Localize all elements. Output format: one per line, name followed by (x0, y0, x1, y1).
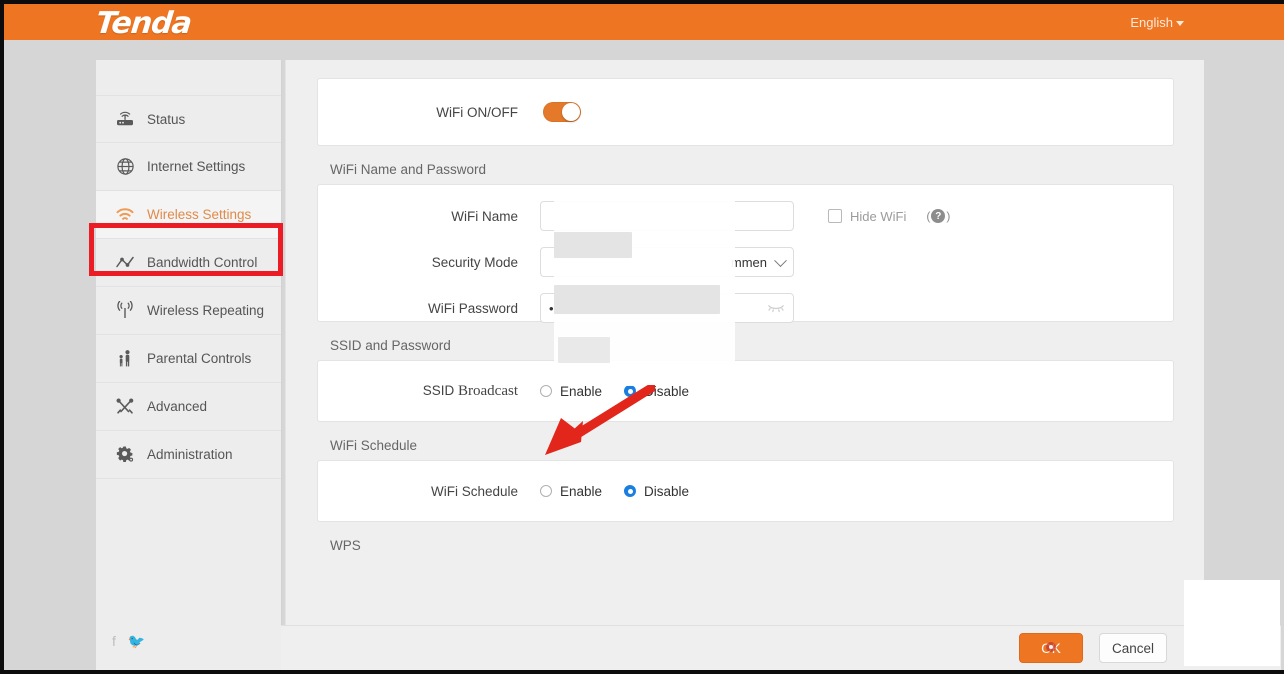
sidebar-item-advanced[interactable]: Advanced (96, 383, 281, 431)
wifi-password-value: • (549, 300, 554, 316)
wifi-schedule-label: WiFi Schedule (430, 483, 518, 499)
security-mode-value-tail: mmen (730, 254, 767, 270)
sidebar-item-administration[interactable]: Administration (96, 431, 281, 479)
toggle-knob (562, 103, 580, 121)
wifi-onoff-toggle[interactable] (543, 102, 581, 122)
wifi-password-label: WiFi Password (427, 300, 518, 316)
sidebar-item-label: Internet Settings (147, 159, 246, 174)
ssid-broadcast-radio-group: Enable Disable (540, 384, 689, 399)
wifi-schedule-disable-radio[interactable] (624, 485, 637, 497)
language-label: English (1130, 15, 1173, 30)
globe-icon (112, 156, 138, 178)
hide-wifi-label: Hide WiFi (850, 208, 907, 224)
sidebar-item-label: Status (147, 111, 186, 127)
hide-wifi-help[interactable]: (?) (926, 209, 950, 223)
social-links: f 🐦 (112, 634, 145, 648)
main-panel: WiFi ON/OFF WiFi Name and Password WiFi … (285, 60, 1205, 670)
caret-down-icon (1176, 21, 1184, 27)
cancel-button[interactable]: Cancel (1099, 633, 1167, 663)
sidebar-item-label: Administration (147, 447, 233, 462)
section-title-wifi-schedule: WiFi Schedule (330, 438, 418, 453)
sidebar: Status Internet Settings Wireless Settin… (96, 60, 282, 670)
paren-left: ( (926, 209, 931, 223)
ssid-broadcast-label: SSID Broadcast (318, 383, 518, 400)
security-mode-label: Security Mode (431, 254, 518, 270)
wifi-name-password-card: WiFi Name Hide WiFi (?) Security Mode mm… (317, 184, 1174, 323)
wifi-password-row: WiFi Password • (318, 285, 1173, 331)
ssid-broadcast-disable-label: Disable (644, 383, 690, 399)
twitter-icon[interactable]: 🐦 (128, 634, 145, 648)
wifi-icon (112, 204, 138, 226)
bottom-right-overlay-patch (1184, 580, 1280, 666)
tenda-logo: Tenda (94, 6, 193, 41)
ssid-broadcast-enable-radio[interactable] (540, 385, 552, 397)
tools-icon (112, 396, 138, 418)
parent-child-icon (112, 348, 138, 370)
facebook-icon[interactable]: f (112, 634, 116, 648)
wifi-schedule-enable-label: Enable (560, 483, 603, 499)
ssid-broadcast-disable-radio[interactable] (624, 385, 637, 397)
router-icon (112, 108, 138, 130)
settings-content: WiFi ON/OFF WiFi Name and Password WiFi … (286, 60, 1205, 670)
ok-button[interactable]: OK (1019, 633, 1083, 663)
ssid-broadcast-label-part2: Broadcast (458, 382, 518, 399)
chevron-down-icon (774, 254, 787, 268)
wifi-schedule-enable-radio[interactable] (540, 485, 552, 497)
language-selector[interactable]: English (1130, 15, 1184, 30)
ssid-broadcast-label-part1: SSID (422, 382, 459, 398)
ssid-broadcast-card: SSID Broadcast Enable Disable (317, 360, 1174, 422)
wifi-name-label: WiFi Name (451, 208, 518, 224)
sidebar-item-bandwidth-control[interactable]: Bandwidth Control (96, 239, 281, 287)
wifi-onoff-label: WiFi ON/OFF (436, 104, 518, 120)
edge-bottom (0, 670, 1284, 674)
edge-top (0, 0, 1284, 4)
hide-wifi-checkbox[interactable] (828, 209, 842, 223)
app-header: Tenda English (4, 4, 1284, 41)
section-title-wps: WPS (330, 538, 361, 553)
eye-slash-icon[interactable] (767, 302, 785, 314)
action-bar: OK Cancel (281, 625, 1281, 670)
paren-right: ) (946, 209, 951, 223)
section-title-wifi-name-password: WiFi Name and Password (330, 162, 487, 177)
question-mark-icon: ? (931, 209, 946, 223)
app-window: Tenda English Status Internet Settings W… (0, 0, 1284, 674)
wifi-name-input[interactable] (540, 201, 794, 231)
sidebar-item-parental-controls[interactable]: Parental Controls (96, 335, 281, 383)
gear-icon (112, 444, 138, 466)
signal-tower-icon (112, 300, 138, 322)
security-mode-select[interactable]: mmen (540, 247, 794, 277)
hide-wifi-control[interactable]: Hide WiFi (828, 209, 906, 224)
section-title-ssid-password: SSID and Password (330, 338, 451, 353)
sidebar-item-label: Wireless Repeating (147, 303, 265, 318)
right-gutter (1204, 60, 1284, 670)
wifi-schedule-disable-label: Disable (644, 483, 690, 499)
security-mode-row: Security Mode mmen (318, 239, 1173, 285)
sidebar-item-internet-settings[interactable]: Internet Settings (96, 143, 281, 191)
page-body: Status Internet Settings Wireless Settin… (4, 40, 1284, 670)
wifi-password-input[interactable]: • (540, 293, 794, 323)
ssid-broadcast-enable-label: Enable (560, 383, 603, 399)
wifi-name-row: WiFi Name Hide WiFi (?) (318, 193, 1173, 239)
sidebar-item-status[interactable]: Status (96, 95, 281, 143)
wifi-schedule-card: WiFi Schedule Enable Disable (317, 460, 1174, 522)
wifi-schedule-radio-group: Enable Disable (540, 484, 689, 499)
sidebar-filler (96, 479, 281, 639)
sidebar-item-label: Bandwidth Control (147, 255, 258, 270)
sidebar-item-label: Parental Controls (147, 351, 252, 366)
edge-left (0, 0, 4, 674)
sidebar-item-label: Advanced (147, 399, 208, 414)
chart-line-icon (112, 252, 138, 274)
wifi-onoff-card: WiFi ON/OFF (317, 78, 1174, 146)
sidebar-item-label: Wireless Settings (147, 207, 252, 222)
sidebar-item-wireless-settings[interactable]: Wireless Settings (96, 191, 281, 239)
sidebar-item-wireless-repeating[interactable]: Wireless Repeating (96, 287, 281, 335)
